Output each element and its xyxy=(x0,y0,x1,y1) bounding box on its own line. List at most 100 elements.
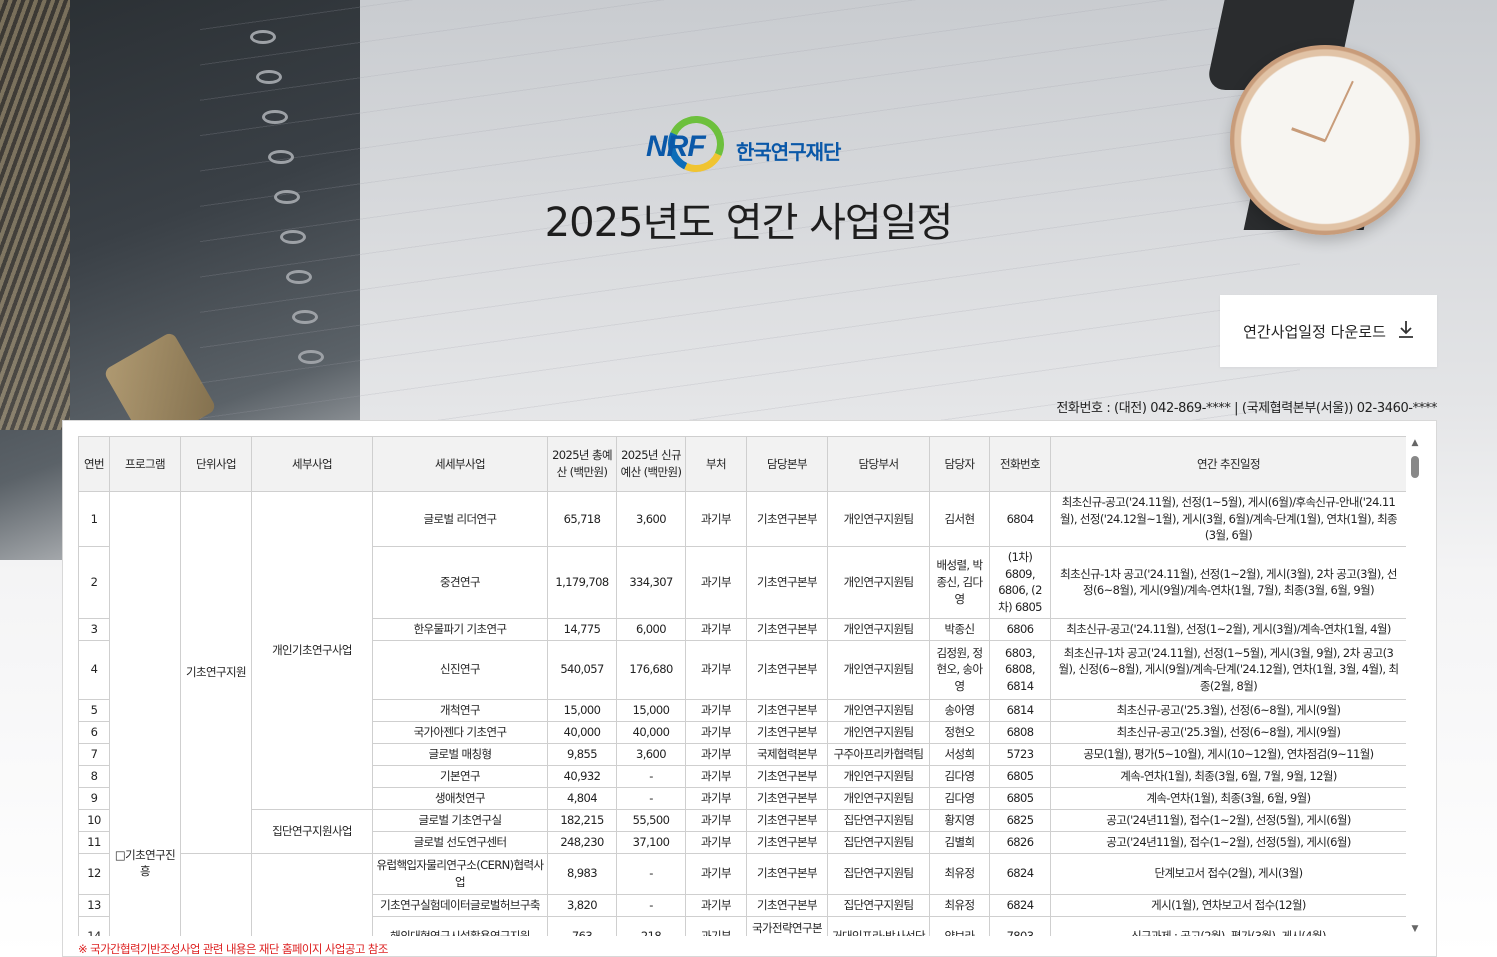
cell-sub-individual: 개인기초연구사업 xyxy=(251,491,373,810)
cell-total: 14,775 xyxy=(547,617,617,641)
cell-schedule: 신규과제 : 공고(2월), 평가(3월), 게시(4월) xyxy=(1050,915,1406,936)
cell-phone: 6826 xyxy=(989,830,1051,854)
cell-ministry: 과기부 xyxy=(685,786,747,810)
cell-total: 4,804 xyxy=(547,786,617,810)
cell-division: 국제협력본부 xyxy=(746,742,828,766)
cell-total: 65,718 xyxy=(547,490,617,548)
page-title: 2025년도 연간 사업일정 xyxy=(544,200,954,246)
cell-dept: 개인연구지원팀 xyxy=(827,698,930,722)
cell-new: 40,000 xyxy=(616,720,686,744)
cell-no: 13 xyxy=(78,893,110,917)
cell-name: 생애첫연구 xyxy=(372,786,548,810)
cell-phone: 6806 xyxy=(989,617,1051,641)
logo-mark-text: NRF xyxy=(646,130,706,163)
schedule-table-panel: 연번 프로그램 단위사업 세부사업 세세부사업 2025년 총예산 (백만원) … xyxy=(62,420,1437,957)
cell-ministry: 과기부 xyxy=(685,830,747,854)
cell-phone: 6814 xyxy=(989,698,1051,722)
cell-new: - xyxy=(616,764,686,788)
cell-dept: 개인연구지원팀 xyxy=(827,639,930,700)
cell-ministry: 과기부 xyxy=(685,893,747,917)
cell-ministry: 과기부 xyxy=(685,490,747,548)
cell-name: 글로벌 매칭형 xyxy=(372,742,548,766)
cell-dept: 개인연구지원팀 xyxy=(827,546,930,619)
cell-new: 176,680 xyxy=(616,639,686,700)
cell-phone: (1차) 6809, 6806, (2차) 6805 xyxy=(989,546,1051,619)
cell-total: 40,000 xyxy=(547,720,617,744)
cell-schedule: 게시(1월), 연차보고서 접수(12월) xyxy=(1050,893,1406,917)
cell-name: 기초연구실험데이터글로벌허브구축 xyxy=(372,893,548,917)
cell-new: 15,000 xyxy=(616,698,686,722)
scroll-thumb[interactable] xyxy=(1411,456,1419,478)
header-phone: 전화번호 xyxy=(989,436,1051,492)
cell-division: 기초연구본부 xyxy=(746,720,828,744)
header-dept: 담당부서 xyxy=(827,436,930,492)
cell-no: 14 xyxy=(78,915,110,936)
cell-dept: 개인연구지원팀 xyxy=(827,490,930,548)
cell-new: 55,500 xyxy=(616,808,686,832)
cell-schedule: 최초신규-공고('25.3월), 선정(6~8월), 게시(9월) xyxy=(1050,720,1406,744)
cell-dept: 구주아프리카협력팀 xyxy=(827,742,930,766)
cell-ministry: 과기부 xyxy=(685,720,747,744)
scroll-down-arrow-icon[interactable]: ▼ xyxy=(1408,922,1422,936)
download-icon xyxy=(1398,320,1414,343)
cell-phone: 6803, 6808, 6814 xyxy=(989,639,1051,700)
table-row: 12 유럽핵입자물리연구소(CERN)협력사업 8,983 - 과기부 기초연구… xyxy=(78,852,1406,936)
download-button-label: 연간사업일정 다운로드 xyxy=(1243,322,1386,341)
cell-phone: 6805 xyxy=(989,786,1051,810)
cell-manager: 배성렬, 박종신, 김다영 xyxy=(929,546,990,619)
cell-new: 3,600 xyxy=(616,742,686,766)
cell-name: 기본연구 xyxy=(372,764,548,788)
table-scrollbar[interactable]: ▲ ▼ xyxy=(1408,436,1422,936)
cell-new: 6,000 xyxy=(616,617,686,641)
cell-program: □기초연구진흥 xyxy=(109,491,181,936)
cell-manager: 김별희 xyxy=(929,830,990,854)
header-unit: 단위사업 xyxy=(180,436,252,492)
cell-sub-group: 집단연구지원사업 xyxy=(251,808,373,854)
cell-division: 기초연구본부 xyxy=(746,830,828,854)
cell-no: 6 xyxy=(78,720,110,744)
cell-new: 37,100 xyxy=(616,830,686,854)
header-schedule: 연간 추진일정 xyxy=(1050,436,1406,492)
header-subsub: 세세부사업 xyxy=(372,436,548,492)
nrf-logo[interactable]: NRF 한국연구재단 xyxy=(646,108,841,180)
cell-name: 한우물파기 기초연구 xyxy=(372,617,548,641)
cell-total: 182,215 xyxy=(547,808,617,832)
cell-sub-empty xyxy=(251,852,373,936)
header-division: 담당본부 xyxy=(746,436,828,492)
cell-phone: 5723 xyxy=(989,742,1051,766)
cell-name: 유럽핵입자물리연구소(CERN)협력사업 xyxy=(372,852,548,895)
cell-total: 3,820 xyxy=(547,893,617,917)
scroll-up-arrow-icon[interactable]: ▲ xyxy=(1408,436,1422,450)
header-ministry: 부처 xyxy=(685,436,747,492)
table-row: 1 □기초연구진흥 기초연구지원 개인기초연구사업 글로벌 리더연구 65,71… xyxy=(78,490,1406,936)
cell-manager: 황지영 xyxy=(929,808,990,832)
cell-ministry: 과기부 xyxy=(685,915,747,936)
cell-total: 9,855 xyxy=(547,742,617,766)
cell-division: 기초연구본부 xyxy=(746,639,828,700)
cell-division: 기초연구본부 xyxy=(746,546,828,619)
cell-division: 기초연구본부 xyxy=(746,490,828,548)
cell-dept: 개인연구지원팀 xyxy=(827,720,930,744)
cell-phone: 6804 xyxy=(989,490,1051,548)
cell-phone: 6824 xyxy=(989,852,1051,895)
cell-division: 기초연구본부 xyxy=(746,764,828,788)
cell-manager: 최유정 xyxy=(929,893,990,917)
cell-name: 국가아젠다 기초연구 xyxy=(372,720,548,744)
schedule-table-scroll-area[interactable]: 연번 프로그램 단위사업 세부사업 세세부사업 2025년 총예산 (백만원) … xyxy=(78,436,1406,936)
cell-phone: 6805 xyxy=(989,764,1051,788)
cell-total: 15,000 xyxy=(547,698,617,722)
cell-manager: 정현오 xyxy=(929,720,990,744)
cell-name: 개척연구 xyxy=(372,698,548,722)
cell-ministry: 과기부 xyxy=(685,764,747,788)
cell-total: 8,983 xyxy=(547,852,617,895)
cell-division: 기초연구본부 xyxy=(746,852,828,895)
cell-ministry: 과기부 xyxy=(685,639,747,700)
download-schedule-button[interactable]: 연간사업일정 다운로드 xyxy=(1220,295,1437,367)
cell-manager: 김다영 xyxy=(929,764,990,788)
cell-name: 글로벌 선도연구센터 xyxy=(372,830,548,854)
cell-no: 7 xyxy=(78,742,110,766)
cell-total: 540,057 xyxy=(547,639,617,700)
cell-manager: 송아영 xyxy=(929,698,990,722)
header-sub: 세부사업 xyxy=(251,436,373,492)
cell-name: 해외대형연구시설활용연구지원 xyxy=(372,915,548,936)
